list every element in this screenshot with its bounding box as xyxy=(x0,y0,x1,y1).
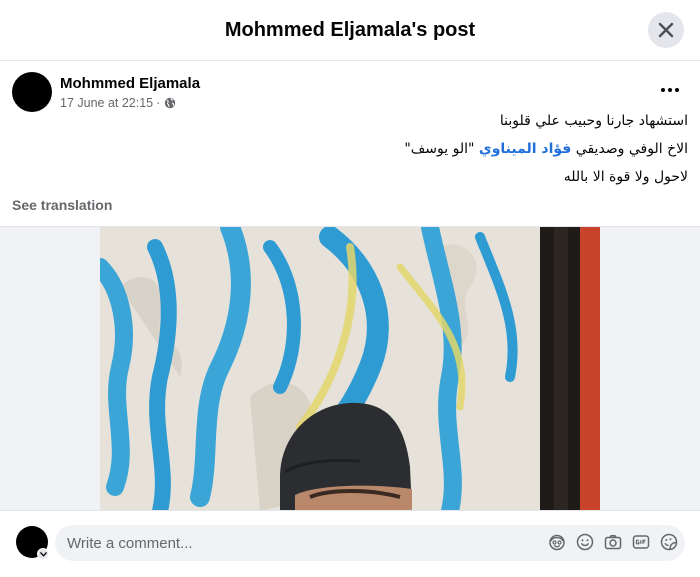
comment-tools xyxy=(548,533,678,551)
see-translation-link[interactable]: See translation xyxy=(12,197,112,213)
photo-container xyxy=(0,226,700,510)
post-header: Mohmmed Eljamala 17 June at 22:15 · xyxy=(12,72,200,112)
avatar-sticker-button[interactable] xyxy=(548,533,566,551)
post-text-line-3: لاحول ولا قوة الا بالله xyxy=(563,169,688,185)
author-block: Mohmmed Eljamala 17 June at 22:15 · xyxy=(60,75,200,111)
post-text-line-1: استشهاد جارنا وحبيب علي قلوبنا xyxy=(499,113,688,129)
close-button[interactable] xyxy=(648,12,684,48)
more-options-icon xyxy=(661,88,679,92)
dialog-title: Mohmmed Eljamala's post xyxy=(224,18,476,41)
emoji-icon xyxy=(576,533,594,551)
chevron-down-icon xyxy=(39,551,47,556)
post-text: استشهاد جارنا وحبيب علي قلوبنا الاخ الوف… xyxy=(12,107,688,191)
camera-icon xyxy=(604,535,622,550)
comment-composer xyxy=(0,510,700,577)
post-text-line-2: الاخ الوفي وصديقي فؤاد الميناوي "الو يوس… xyxy=(12,135,688,163)
author-name[interactable]: Mohmmed Eljamala xyxy=(60,75,200,93)
photo-button[interactable] xyxy=(604,533,622,551)
avatar-sticker-icon xyxy=(549,534,565,551)
post-photo[interactable] xyxy=(100,227,600,510)
photo-graphic xyxy=(100,227,600,510)
post-text-line-2-start: الاخ الوفي وصديقي xyxy=(571,141,688,157)
profile-switch-button[interactable] xyxy=(37,548,49,560)
post-options-button[interactable] xyxy=(658,78,682,102)
dialog-header: Mohmmed Eljamala's post xyxy=(0,0,700,61)
emoji-button[interactable] xyxy=(576,533,594,551)
close-icon xyxy=(658,22,674,38)
author-avatar[interactable] xyxy=(12,72,52,112)
sticker-icon xyxy=(660,533,678,551)
mention-link[interactable]: فؤاد الميناوي xyxy=(479,141,571,157)
sticker-button[interactable] xyxy=(660,533,678,551)
post-text-line-2-end: "الو يوسف" xyxy=(404,141,479,157)
gif-icon xyxy=(632,535,650,549)
gif-button[interactable] xyxy=(632,533,650,551)
